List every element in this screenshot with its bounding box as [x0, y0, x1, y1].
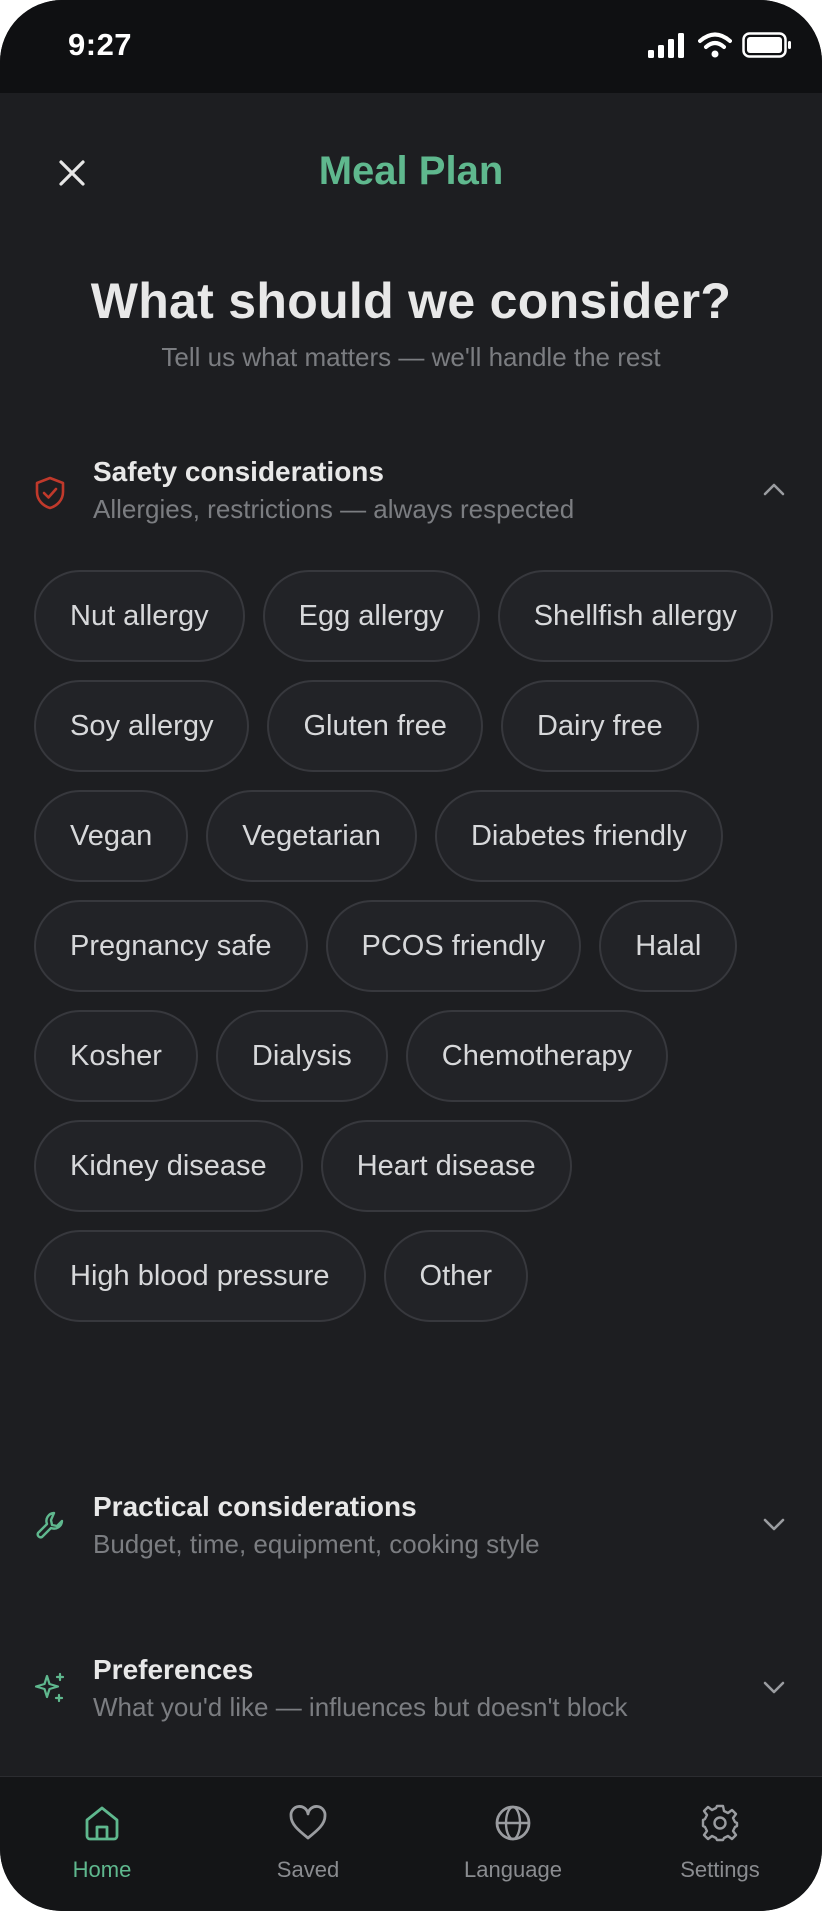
- tab-settings-label: Settings: [680, 1857, 760, 1882]
- option-chip[interactable]: PCOS friendly: [325, 900, 582, 992]
- wifi-icon: [698, 32, 732, 58]
- section-preferences-description: What you'd like — influences but doesn't…: [93, 1692, 628, 1722]
- chevron-up-icon[interactable]: [760, 475, 788, 503]
- option-chip[interactable]: Shellfish allergy: [497, 570, 773, 662]
- section-safety-header[interactable]: Safety considerations Allergies, restric…: [0, 448, 822, 548]
- option-chip[interactable]: Pregnancy safe: [34, 900, 308, 992]
- header: Meal Plan: [0, 93, 822, 253]
- option-chip[interactable]: Chemotherapy: [405, 1010, 669, 1102]
- bottom-tab-bar: Home Saved Language Settings: [0, 1776, 822, 1911]
- option-chip[interactable]: Vegan: [34, 790, 189, 882]
- option-chip[interactable]: Other: [383, 1230, 529, 1322]
- section-preferences-title: Preferences: [93, 1654, 254, 1685]
- wrench-icon: [32, 1507, 68, 1543]
- gear-icon: [698, 1801, 742, 1845]
- option-chip[interactable]: Kidney disease: [34, 1120, 303, 1212]
- intro-subheading: Tell us what matters — we'll handle the …: [161, 342, 661, 372]
- sparkles-icon: [32, 1670, 68, 1706]
- intro-heading: What should we consider?: [90, 273, 732, 329]
- tab-language[interactable]: Language: [433, 1801, 593, 1883]
- heart-icon: [286, 1801, 330, 1845]
- option-chip[interactable]: Nut allergy: [34, 570, 245, 662]
- option-chip[interactable]: Heart disease: [320, 1120, 572, 1212]
- option-chip[interactable]: Dialysis: [215, 1010, 388, 1102]
- option-chip[interactable]: Diabetes friendly: [434, 790, 723, 882]
- shield-check-icon: [32, 475, 68, 511]
- tab-saved[interactable]: Saved: [228, 1801, 388, 1883]
- tab-settings[interactable]: Settings: [640, 1801, 800, 1883]
- section-safety-description: Allergies, restrictions — always respect…: [93, 494, 575, 524]
- page-title: Meal Plan: [318, 149, 504, 193]
- phone-screen: 9:27 Meal Plan What should we consider? …: [0, 0, 822, 1911]
- tab-language-label: Language: [464, 1857, 562, 1882]
- signal-icon: [648, 33, 684, 58]
- option-chip[interactable]: Gluten free: [267, 680, 483, 772]
- chevron-down-icon[interactable]: [760, 1673, 788, 1701]
- tab-home[interactable]: Home: [22, 1801, 182, 1883]
- option-chip[interactable]: Vegetarian: [206, 790, 417, 882]
- option-chip[interactable]: Halal: [599, 900, 738, 992]
- globe-icon: [491, 1801, 535, 1845]
- chevron-down-icon[interactable]: [760, 1510, 788, 1538]
- section-practical-description: Budget, time, equipment, cooking style: [93, 1529, 540, 1559]
- tab-home-label: Home: [72, 1857, 132, 1882]
- home-icon: [80, 1801, 124, 1845]
- section-practical-header[interactable]: Practical considerations Budget, time, e…: [0, 1488, 822, 1588]
- safety-options: Nut allergy Egg allergy Shellfish allerg…: [34, 570, 794, 1322]
- battery-icon: [742, 32, 791, 58]
- status-time: 9:27: [68, 27, 133, 62]
- option-chip[interactable]: Egg allergy: [262, 570, 480, 662]
- option-chip[interactable]: Kosher: [34, 1010, 198, 1102]
- section-practical-title: Practical considerations: [93, 1491, 417, 1522]
- option-chip[interactable]: High blood pressure: [34, 1230, 366, 1322]
- status-bar: 9:27: [0, 0, 822, 93]
- option-chip[interactable]: Dairy free: [500, 680, 699, 772]
- tab-saved-label: Saved: [276, 1857, 340, 1882]
- option-chip[interactable]: Soy allergy: [34, 680, 250, 772]
- section-preferences-header[interactable]: Preferences What you'd like — influences…: [0, 1650, 822, 1750]
- section-safety-title: Safety considerations: [93, 456, 384, 487]
- status-icons: [648, 32, 792, 58]
